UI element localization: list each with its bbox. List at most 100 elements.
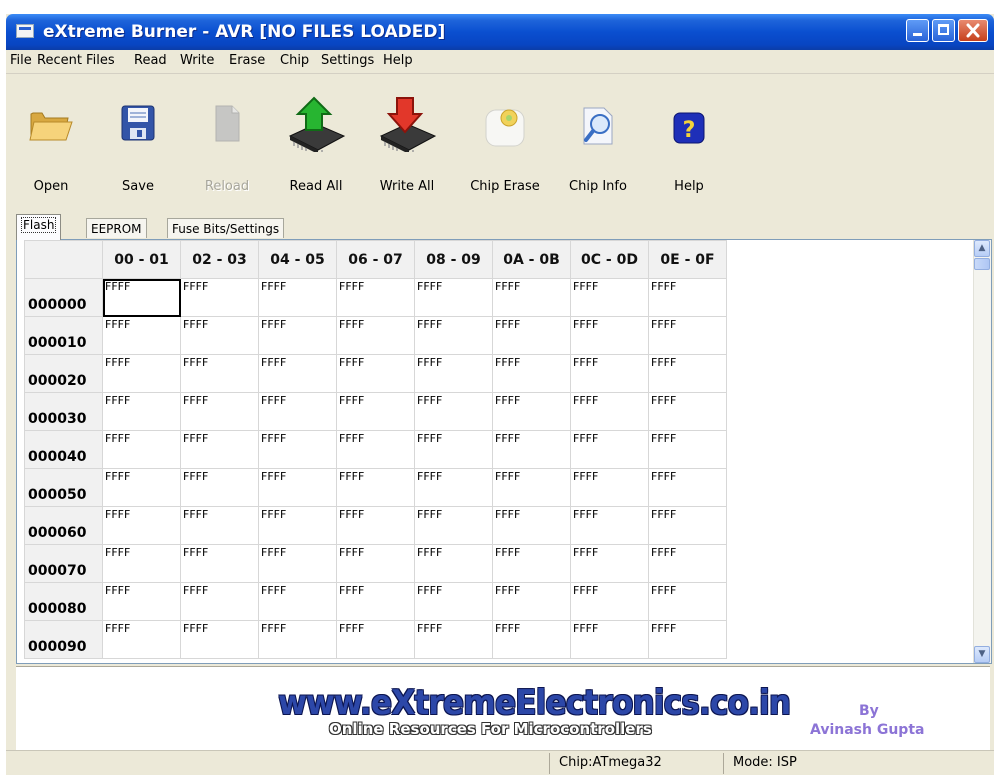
hex-cell[interactable]: FFFF xyxy=(102,468,181,507)
hex-cell[interactable]: FFFF xyxy=(414,354,493,393)
hex-cell[interactable]: FFFF xyxy=(570,354,649,393)
hex-cell[interactable]: FFFF xyxy=(258,354,337,393)
hex-cell[interactable]: FFFF xyxy=(570,506,649,545)
hex-cell[interactable]: FFFF xyxy=(180,620,259,659)
hex-cell[interactable]: FFFF xyxy=(258,506,337,545)
hex-cell[interactable]: FFFF xyxy=(102,392,181,431)
hex-cell[interactable]: FFFF xyxy=(102,430,181,469)
hex-cell[interactable]: FFFF xyxy=(492,620,571,659)
hex-cell[interactable]: FFFF xyxy=(492,582,571,621)
hex-cell[interactable]: FFFF xyxy=(180,468,259,507)
hex-cell[interactable]: FFFF xyxy=(492,354,571,393)
menu-chip[interactable]: Chip xyxy=(280,53,309,68)
hex-cell[interactable]: FFFF xyxy=(258,316,337,355)
hex-cell[interactable]: FFFF xyxy=(336,506,415,545)
hex-cell[interactable]: FFFF xyxy=(492,278,571,317)
hex-cell[interactable]: FFFF xyxy=(648,278,727,317)
hex-cell[interactable]: FFFF xyxy=(336,278,415,317)
hex-cell[interactable]: FFFF xyxy=(180,392,259,431)
hex-cell[interactable]: FFFF xyxy=(414,430,493,469)
hex-cell[interactable]: FFFF xyxy=(570,468,649,507)
menu-settings[interactable]: Settings xyxy=(321,53,374,68)
tab-fuse-bits-settings[interactable]: Fuse Bits/Settings xyxy=(167,218,285,238)
vertical-scrollbar[interactable]: ▲ ▼ xyxy=(973,240,991,663)
hex-cell[interactable]: FFFF xyxy=(570,582,649,621)
minimize-button[interactable] xyxy=(906,19,929,42)
hex-cell[interactable]: FFFF xyxy=(648,506,727,545)
hex-cell[interactable]: FFFF xyxy=(414,278,493,317)
menu-help[interactable]: Help xyxy=(383,53,413,68)
hex-cell[interactable]: FFFF xyxy=(570,316,649,355)
hex-cell[interactable]: FFFF xyxy=(180,278,259,317)
scroll-up-button[interactable]: ▲ xyxy=(974,240,990,257)
hex-cell[interactable]: FFFF xyxy=(102,620,181,659)
hex-cell[interactable]: FFFF xyxy=(258,544,337,583)
hex-cell[interactable]: FFFF xyxy=(492,468,571,507)
hex-cell[interactable]: FFFF xyxy=(180,354,259,393)
menu-read[interactable]: Read xyxy=(134,53,167,68)
hex-cell[interactable]: FFFF xyxy=(102,582,181,621)
hex-cell[interactable]: FFFF xyxy=(414,544,493,583)
hex-cell[interactable]: FFFF xyxy=(492,392,571,431)
hex-cell[interactable]: FFFF xyxy=(492,430,571,469)
menu-recent-files[interactable]: Recent Files xyxy=(37,53,115,68)
hex-cell[interactable]: FFFF xyxy=(648,316,727,355)
menu-file[interactable]: File xyxy=(10,53,32,68)
hex-cell[interactable]: FFFF xyxy=(336,582,415,621)
scroll-thumb[interactable] xyxy=(974,258,990,270)
hex-cell[interactable]: FFFF xyxy=(102,506,181,545)
tab-flash[interactable]: Flash xyxy=(16,214,62,240)
hex-cell[interactable]: FFFF xyxy=(180,582,259,621)
hex-cell[interactable]: FFFF xyxy=(414,468,493,507)
hex-cell[interactable]: FFFF xyxy=(102,316,181,355)
hex-cell[interactable]: FFFF xyxy=(102,354,181,393)
hex-cell[interactable]: FFFF xyxy=(492,544,571,583)
hex-cell[interactable]: FFFF xyxy=(570,278,649,317)
scroll-down-button[interactable]: ▼ xyxy=(974,646,990,663)
close-button[interactable] xyxy=(958,19,988,42)
tab-eeprom[interactable]: EEPROM xyxy=(86,218,147,238)
hex-cell[interactable]: FFFF xyxy=(648,354,727,393)
hex-cell[interactable]: FFFF xyxy=(648,430,727,469)
hex-cell[interactable]: FFFF xyxy=(336,316,415,355)
hex-cell[interactable]: FFFF xyxy=(414,506,493,545)
title-bar[interactable]: eXtreme Burner - AVR [NO FILES LOADED] xyxy=(6,14,994,50)
hex-cell[interactable]: FFFF xyxy=(258,392,337,431)
hex-cell[interactable]: FFFF xyxy=(648,582,727,621)
hex-cell[interactable]: FFFF xyxy=(258,620,337,659)
hex-cell[interactable]: FFFF xyxy=(258,468,337,507)
hex-cell[interactable]: FFFF xyxy=(258,430,337,469)
hex-cell[interactable]: FFFF xyxy=(336,544,415,583)
hex-cell[interactable]: FFFF xyxy=(570,544,649,583)
hex-cell[interactable]: FFFF xyxy=(102,544,181,583)
menu-erase[interactable]: Erase xyxy=(229,53,265,68)
hex-cell[interactable]: FFFF xyxy=(180,544,259,583)
hex-cell[interactable]: FFFF xyxy=(336,620,415,659)
hex-cell[interactable]: FFFF xyxy=(414,620,493,659)
hex-cell[interactable]: FFFF xyxy=(648,620,727,659)
maximize-button[interactable] xyxy=(932,19,955,42)
hex-cell[interactable]: FFFF xyxy=(648,468,727,507)
hex-cell[interactable]: FFFF xyxy=(336,354,415,393)
hex-cell[interactable]: FFFF xyxy=(336,392,415,431)
hex-cell[interactable]: FFFF xyxy=(258,278,337,317)
hex-grid[interactable]: 00 - 01 02 - 03 04 - 05 06 - 07 08 - 09 … xyxy=(16,239,992,664)
hex-cell[interactable]: FFFF xyxy=(570,620,649,659)
hex-cell[interactable]: FFFF xyxy=(570,392,649,431)
hex-cell[interactable]: FFFF xyxy=(180,506,259,545)
hex-cell[interactable]: FFFF xyxy=(414,392,493,431)
hex-cell[interactable]: FFFF xyxy=(648,544,727,583)
hex-cell[interactable]: FFFF xyxy=(336,468,415,507)
hex-cell[interactable]: FFFF xyxy=(414,316,493,355)
hex-cell[interactable]: FFFF xyxy=(258,582,337,621)
hex-cell[interactable]: FFFF xyxy=(492,506,571,545)
hex-cell[interactable]: FFFF xyxy=(336,430,415,469)
hex-cell[interactable]: FFFF xyxy=(492,316,571,355)
hex-cell[interactable]: FFFF xyxy=(102,278,181,317)
menu-write[interactable]: Write xyxy=(180,53,214,68)
hex-cell[interactable]: FFFF xyxy=(180,316,259,355)
hex-cell[interactable]: FFFF xyxy=(180,430,259,469)
hex-cell[interactable]: FFFF xyxy=(648,392,727,431)
hex-cell[interactable]: FFFF xyxy=(570,430,649,469)
hex-cell[interactable]: FFFF xyxy=(414,582,493,621)
